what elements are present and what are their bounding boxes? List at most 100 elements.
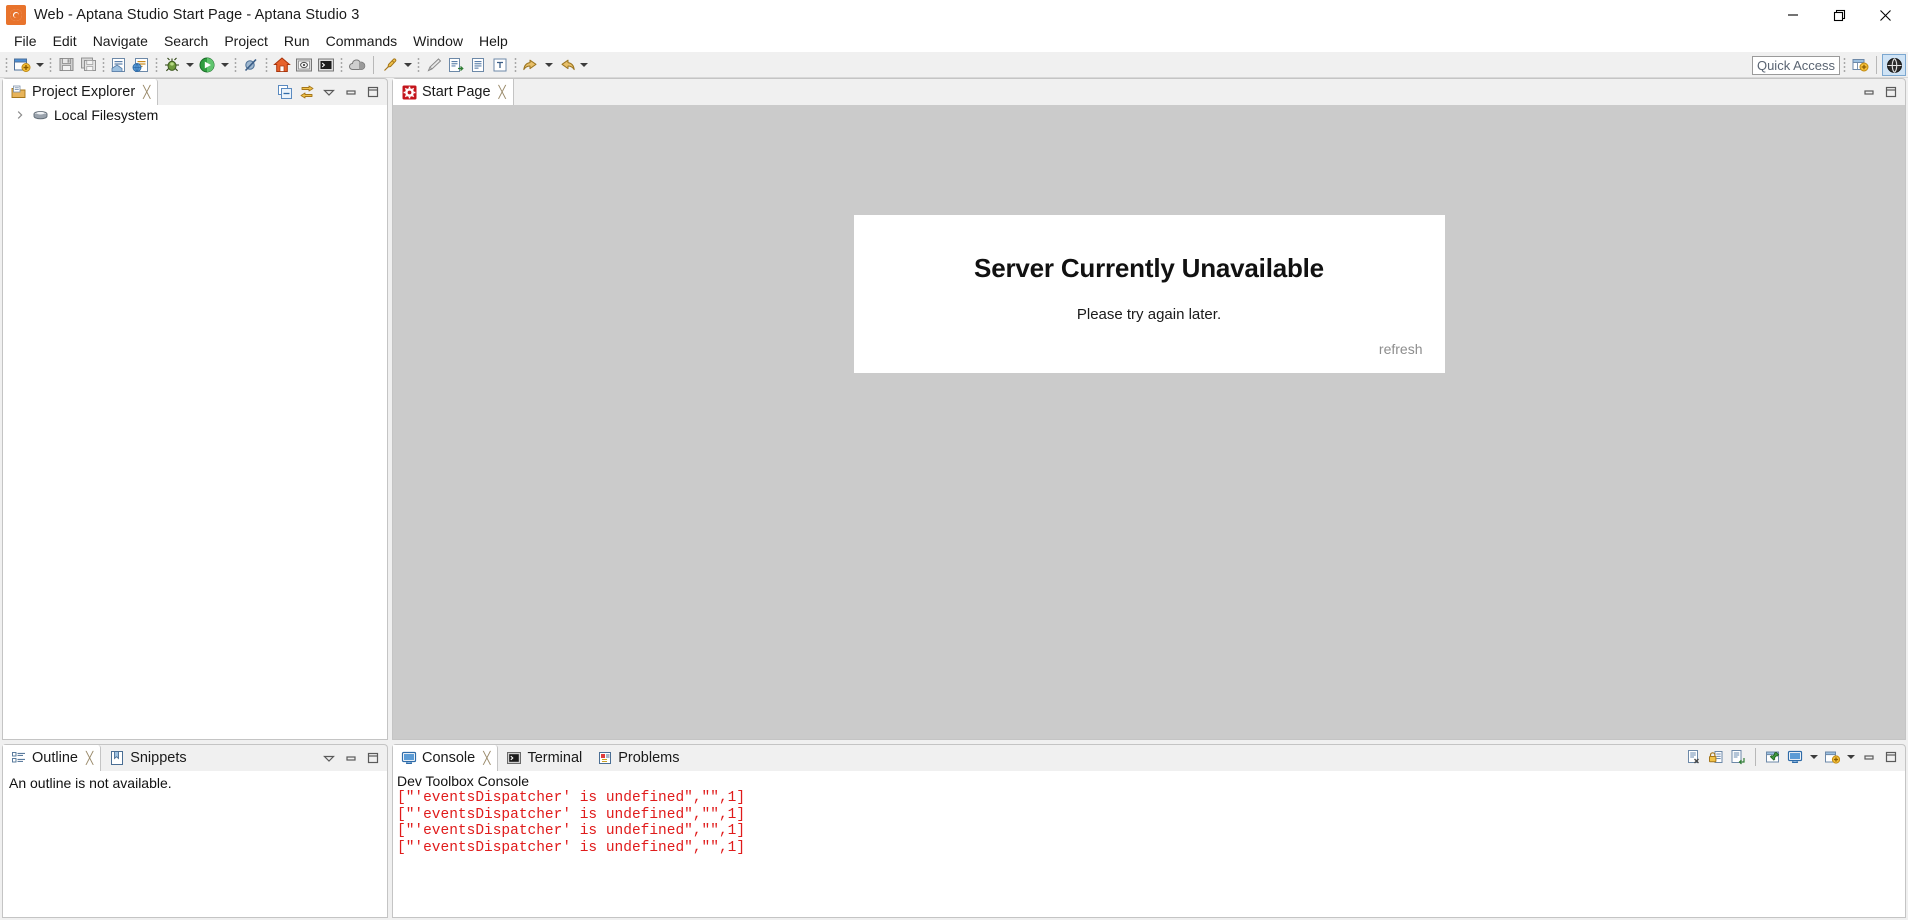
show-console-on-output-icon[interactable] [1728,747,1748,767]
menu-file[interactable]: File [6,30,45,52]
menu-window[interactable]: Window [405,30,471,52]
new-perspective-icon[interactable] [1849,54,1871,76]
quick-access-input[interactable]: Quick Access [1751,55,1840,75]
tab-project-explorer[interactable]: Project Explorer ╳ [3,79,159,105]
right-column: Start Page ╳ Server Currently Unavailabl… [392,78,1906,918]
view-menu-icon[interactable] [319,748,339,768]
new-wizard-icon[interactable] [11,54,33,76]
maximize-view-icon[interactable] [363,82,383,102]
filesystem-drive-icon [32,107,49,123]
toolbar-separator [49,55,52,74]
clear-console-icon[interactable] [1684,747,1704,767]
tab-console[interactable]: Console ╳ [393,745,499,771]
toolbar-divider [1876,56,1877,74]
terminal-icon[interactable] [315,54,337,76]
menu-project[interactable]: Project [216,30,276,52]
chevron-right-icon[interactable] [13,108,27,122]
error-subtitle: Please try again later. [1076,306,1222,323]
close-icon[interactable]: ╳ [86,752,93,764]
run-dropdown-arrow[interactable] [218,54,231,76]
pin-console-icon[interactable] [1763,747,1783,767]
console-line: ["'eventsDispatcher' is undefined","",1] [397,790,746,806]
new-wizard-dropdown-arrow[interactable] [33,54,46,76]
forward-icon[interactable] [555,54,577,76]
back-dropdown-arrow[interactable] [542,54,555,76]
window-controls [1770,0,1908,30]
minimize-view-icon[interactable] [341,748,361,768]
toolbar-separator [417,55,420,74]
tree-item-local-filesystem[interactable]: Local Filesystem [3,105,387,125]
minimize-view-icon[interactable] [1859,82,1879,102]
save-all-icon[interactable] [77,54,99,76]
tab-outline[interactable]: Outline ╳ [3,745,102,771]
collapse-all-icon[interactable] [275,82,295,102]
next-annotation-icon[interactable] [445,54,467,76]
view-menu-icon[interactable] [319,82,339,102]
maximize-view-icon[interactable] [1881,747,1901,767]
title-bar: Web - Aptana Studio Start Page - Aptana … [0,0,1908,30]
debug-bug-icon[interactable] [161,54,183,76]
menu-edit[interactable]: Edit [45,30,85,52]
tab-label: Terminal [527,750,583,766]
open-console-icon[interactable] [1822,747,1842,767]
display-selected-console-icon[interactable] [1785,747,1805,767]
scroll-lock-icon[interactable] [1706,747,1726,767]
display-console-dropdown-arrow[interactable] [1807,746,1820,768]
toggle-mark-icon[interactable] [489,54,511,76]
link-with-editor-icon[interactable] [297,82,317,102]
run-icon[interactable] [196,54,218,76]
outline-view: Outline ╳ Snippets An outline is not ava… [2,744,388,918]
project-explorer-view-toolbar [275,82,383,102]
external-tools-icon[interactable] [379,54,401,76]
menu-commands[interactable]: Commands [318,30,406,52]
close-icon[interactable]: ╳ [483,752,490,764]
window-title: Web - Aptana Studio Start Page - Aptana … [34,7,360,23]
project-explorer-tabbar: Project Explorer ╳ [2,78,388,105]
console-line: ["'eventsDispatcher' is undefined","",1] [397,823,746,840]
close-icon[interactable]: ╳ [499,85,506,99]
menu-run[interactable]: Run [276,30,318,52]
external-tools-dropdown-arrow[interactable] [401,54,414,76]
start-page-icon [401,84,417,100]
minimize-view-icon[interactable] [341,82,361,102]
preview-icon[interactable] [293,54,315,76]
search-pencil-icon[interactable] [423,54,445,76]
start-page-content: Server Currently Unavailable Please try … [392,105,1906,740]
console-line: ["'eventsDispatcher' is undefined","",1] [397,839,746,856]
forward-dropdown-arrow[interactable] [577,54,590,76]
save-icon[interactable] [55,54,77,76]
tab-snippets[interactable]: Snippets [101,745,193,771]
home-icon[interactable] [271,54,293,76]
deploy-cloud-icon[interactable] [346,54,368,76]
maximize-restore-button[interactable] [1816,0,1862,30]
previous-edit-icon[interactable] [467,54,489,76]
toolbar-separator [265,55,268,74]
open-console-dropdown-arrow[interactable] [1844,746,1857,768]
open-file-icon[interactable] [108,54,130,76]
tab-label: Problems [618,750,680,766]
project-explorer-tree[interactable]: Local Filesystem [2,105,388,740]
minimize-button[interactable] [1770,0,1816,30]
editor-view-toolbar [1859,82,1901,102]
debug-dropdown-arrow[interactable] [183,54,196,76]
snippets-icon [109,750,125,766]
menu-search[interactable]: Search [156,30,216,52]
tab-start-page[interactable]: Start Page ╳ [393,79,514,105]
minimize-view-icon[interactable] [1859,747,1879,767]
menu-help[interactable]: Help [471,30,516,52]
close-button[interactable] [1862,0,1908,30]
perspective-web-icon[interactable] [1882,54,1906,76]
maximize-view-icon[interactable] [1881,82,1901,102]
maximize-view-icon[interactable] [363,748,383,768]
skip-breakpoints-icon[interactable] [240,54,262,76]
console-view: Console ╳ Terminal Problems Dev Toolbox … [392,744,1906,918]
tab-problems[interactable]: Problems [589,745,686,771]
open-web-file-icon[interactable] [130,54,152,76]
back-icon[interactable] [520,54,542,76]
close-icon[interactable]: ╳ [143,86,150,98]
console-output[interactable]: Dev Toolbox Console ["'eventsDispatcher'… [392,771,1906,918]
menu-navigate[interactable]: Navigate [85,30,156,52]
menu-bar: File Edit Navigate Search Project Run Co… [0,30,1908,52]
refresh-link[interactable]: refresh [854,341,1445,357]
tab-terminal[interactable]: Terminal [498,745,589,771]
